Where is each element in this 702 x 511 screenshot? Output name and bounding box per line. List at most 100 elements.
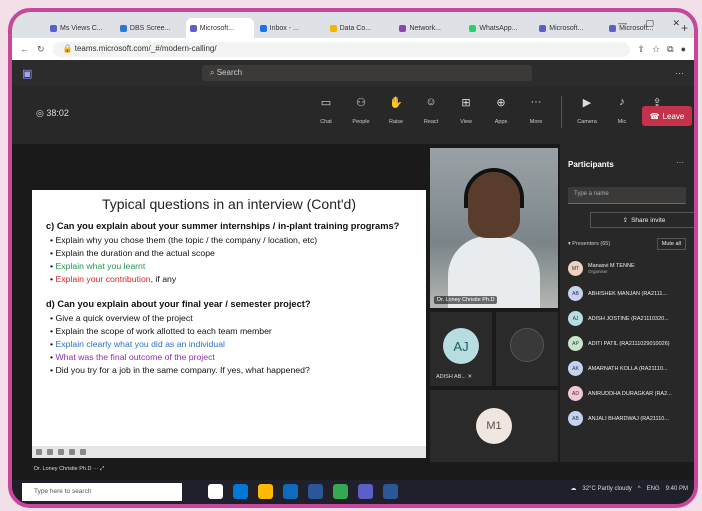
weather-text[interactable]: 32°C Partly cloudy (582, 486, 631, 492)
browser-tab[interactable]: Microsoft... (185, 18, 254, 38)
slide-pen-icon[interactable] (69, 449, 75, 455)
slide-list-c: Explain why you chose them (the topic / … (50, 234, 412, 286)
more-options-icon[interactable]: ··· ⤢ (93, 466, 104, 472)
panel-more-icon[interactable]: ··· (676, 158, 684, 167)
participant-row[interactable]: MT Manasvi M TENNE Organiser (568, 256, 686, 281)
phone-icon: ☎ (649, 111, 660, 121)
participant-list: MT Manasvi M TENNE Organiser AB ABHISHEK MAN… (568, 256, 686, 431)
participant-row[interactable]: AB ANJALI BHARDWAJ (RA21110... (568, 406, 686, 431)
file-explorer-icon[interactable] (258, 484, 273, 499)
slide-list-d: Give a quick overview of the project Expl… (50, 312, 412, 377)
participants-panel: Participants ··· Type a name ⇪ Share inv… (560, 144, 694, 462)
mic-button[interactable]: ♪ Mic (610, 96, 634, 128)
extensions-icon[interactable]: ⧉ (667, 44, 673, 55)
presenter-video[interactable]: Dr. Loney Christie Ph.D (430, 148, 558, 308)
tab-label: Data Co... (339, 24, 372, 32)
presenters-header: ▾ Presenters (65) Mute all (568, 238, 686, 250)
toolbar-divider (561, 96, 562, 128)
teams-logo-icon: ▣ (22, 67, 33, 80)
tab-label: Microsoft... (199, 24, 235, 32)
participant-search-input[interactable]: Type a name (568, 187, 686, 204)
back-icon[interactable]: ← (20, 44, 29, 54)
people-icon: ⚇ (356, 97, 366, 109)
shared-slide: Typical questions in an interview (Cont'… (32, 190, 426, 446)
tab-label: Network... (409, 24, 441, 32)
chat-button[interactable]: ▭ Chat (314, 96, 338, 128)
leave-button[interactable]: ☎ Leave (642, 106, 692, 126)
language-indicator[interactable]: ENG (647, 486, 660, 492)
bullet-text: Did you try for a job in the same compan… (55, 365, 310, 375)
participant-row[interactable]: AB ABHISHEK MANJAN (RA2111... (568, 281, 686, 306)
participant-row[interactable]: AD ANIRUDDHA DURAGKAR (RA2... (568, 381, 686, 406)
participant-row[interactable]: AK AMARNATH KOLLA (RA21110... (568, 356, 686, 381)
participant-tile-m1[interactable]: M1 (430, 390, 558, 462)
url-field[interactable]: 🔒 teams.microsoft.com/_#/modern-calling/ (52, 41, 630, 57)
chrome-icon[interactable] (333, 484, 348, 499)
store-icon[interactable] (308, 484, 323, 499)
clock[interactable]: 9:40 PM (666, 486, 688, 492)
tool-label: Apps (494, 119, 508, 125)
browser-tab[interactable]: DBS Scree... (115, 18, 184, 38)
bullet-text: Explain clearly what you did as an indiv… (55, 339, 225, 349)
share-page-icon[interactable]: ⇪ (638, 44, 646, 55)
slide-next-icon[interactable] (47, 449, 53, 455)
avatar: AD (568, 386, 583, 401)
browser-tab[interactable]: Inbox - ... (255, 18, 324, 38)
participant-tile-blank[interactable] (496, 312, 558, 386)
mute-all-button[interactable]: Mute all (656, 238, 686, 250)
slide-question-c: c) Can you explain about your summer int… (46, 221, 400, 231)
more-options-icon[interactable]: ··· (675, 68, 684, 78)
tray-arrow-icon[interactable]: ^ (638, 486, 641, 492)
more-icon: ··· (530, 96, 542, 108)
profile-icon[interactable]: ● (681, 44, 686, 55)
apps-button[interactable]: ⊕ Apps (489, 96, 513, 128)
slide-bullet: Explain clearly what you did as an indiv… (50, 338, 412, 351)
react-icon: ☺ (425, 96, 437, 108)
raise-button[interactable]: ✋ Raise (384, 96, 408, 128)
browser-tab[interactable]: Network... (395, 18, 464, 38)
word-icon[interactable] (383, 484, 398, 499)
tab-label: DBS Scree... (129, 24, 171, 32)
slide-zoom-icon[interactable] (80, 449, 86, 455)
teams-search-input[interactable]: ⌕ Search (202, 65, 532, 81)
view-button[interactable]: ⊞ View (454, 96, 478, 128)
reload-icon[interactable]: ↻ (37, 44, 45, 55)
meeting-tools: ▭ Chat ⚇ People ✋ Raise ☺ React ⊞ View ⊕ Apps ··· Mor… (314, 96, 669, 128)
tab-favicon-icon (609, 24, 617, 32)
people-button[interactable]: ⚇ People (349, 96, 373, 128)
edge-icon[interactable] (233, 484, 248, 499)
bullet-text: Give a quick overview of the project (55, 313, 193, 323)
camera-button[interactable]: ▶ Camera (575, 96, 599, 128)
tab-favicon-icon (50, 24, 57, 32)
browser-tab[interactable]: Ms Views C... (46, 18, 114, 38)
participant-row[interactable]: AP ADITI PATIL (RA2111029010026) (568, 331, 686, 356)
taskbar-search-input[interactable]: Type here to search (22, 483, 182, 501)
tab-label: Ms Views C... (60, 24, 103, 32)
slide-grid-icon[interactable] (58, 449, 64, 455)
tab-favicon-icon (189, 24, 197, 32)
slide-bullet: Explain the scope of work allotted to ea… (50, 325, 412, 338)
react-button[interactable]: ☺ React (419, 96, 443, 128)
participant-tile-aj[interactable]: AJ ADISH AB... ✕ (430, 312, 492, 386)
window-controls[interactable]: — ▢ ✕ (618, 18, 688, 29)
participant-row[interactable]: AJ ADISH JOSTINE (RA21110320... (568, 306, 686, 331)
more-button[interactable]: ··· More (524, 96, 548, 128)
slide-prev-icon[interactable] (36, 449, 42, 455)
browser-tab[interactable]: Data Co... (325, 18, 394, 38)
task-view-icon[interactable] (208, 484, 223, 499)
share-invite-button[interactable]: ⇪ Share invite (590, 212, 694, 228)
mail-icon[interactable] (283, 484, 298, 499)
tool-label: Raise (388, 119, 404, 125)
share-invite-label: Share invite (631, 216, 666, 224)
avatar: MT (568, 261, 583, 276)
taskbar-apps (208, 484, 398, 499)
tile-caption: ADISH AB... ✕ (436, 374, 472, 380)
presenters-label[interactable]: ▾ Presenters (65) (568, 241, 610, 247)
avatar: AJ (568, 311, 583, 326)
presentation-toolbar[interactable] (32, 446, 426, 458)
teams-icon[interactable] (358, 484, 373, 499)
bookmark-star-icon[interactable]: ☆ (652, 44, 660, 55)
browser-tab[interactable]: WhatsApp... (465, 18, 534, 38)
mic-icon: ♪ (619, 96, 625, 108)
browser-tab[interactable]: Microsoft... (535, 18, 604, 38)
